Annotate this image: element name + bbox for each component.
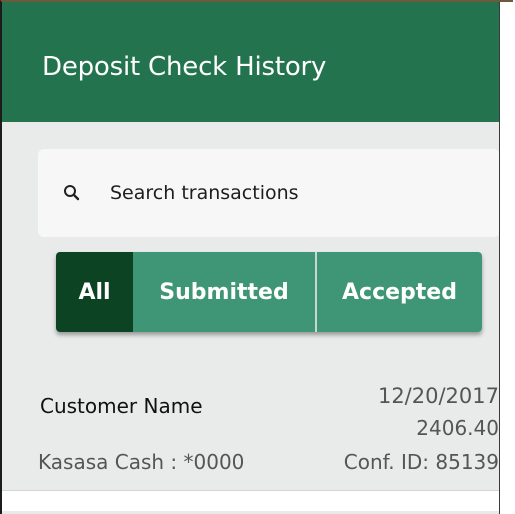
transaction-row[interactable]: Customer Name 12/20/2017 2406.40 Kasasa … xyxy=(2,382,499,494)
transaction-date: 12/20/2017 xyxy=(377,384,499,408)
tab-all[interactable]: All xyxy=(56,252,133,332)
transaction-confirmation-id: Conf. ID: 85139 xyxy=(343,450,499,474)
tab-accepted[interactable]: Accepted xyxy=(317,252,482,332)
page-header: Deposit Check History xyxy=(2,2,499,122)
tab-submitted[interactable]: Submitted xyxy=(133,252,317,332)
transaction-customer-name: Customer Name xyxy=(40,394,203,418)
side-panel-edge xyxy=(499,2,513,514)
page-title: Deposit Check History xyxy=(42,52,327,82)
transaction-amount: 2406.40 xyxy=(416,416,499,440)
app-frame: Deposit Check History All Submitted Acce… xyxy=(0,0,513,514)
status-filter-tabs: All Submitted Accepted xyxy=(56,252,482,332)
search-icon xyxy=(64,185,80,201)
transaction-account: Kasasa Cash : *0000 xyxy=(38,450,245,474)
search-input[interactable] xyxy=(110,177,470,209)
search-box[interactable] xyxy=(38,149,500,237)
